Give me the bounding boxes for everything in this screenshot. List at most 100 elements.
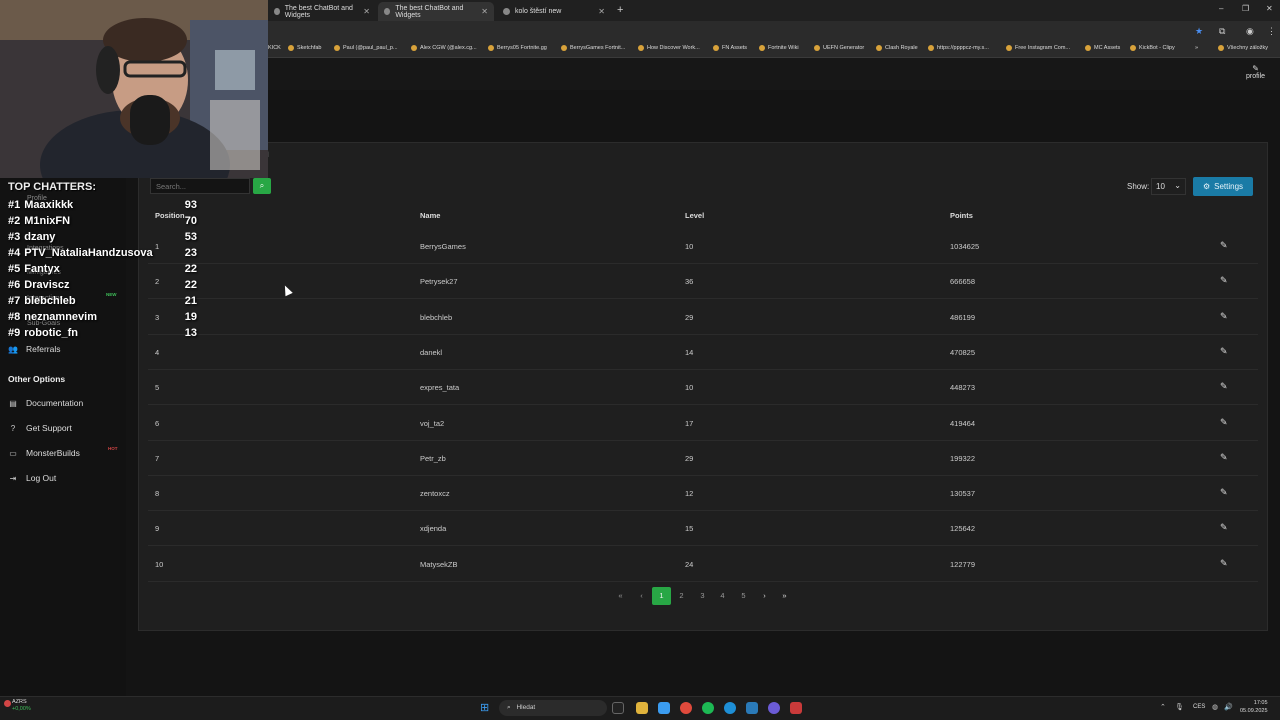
bookmark-item[interactable]: Free Instagram Com... bbox=[1006, 45, 1070, 51]
cell-level: 24 bbox=[685, 559, 694, 569]
bookmark-item[interactable]: Alex CGW (@alex.cg... bbox=[411, 45, 477, 51]
edit-icon[interactable]: ✎ bbox=[1220, 311, 1228, 322]
bookmark-star-icon[interactable]: ★ bbox=[1195, 26, 1203, 37]
browser-tab-3[interactable]: kolo štěstí new ✕ bbox=[497, 2, 611, 21]
bookmark-item[interactable]: Clash Royale bbox=[876, 45, 918, 51]
column-header-level[interactable]: Level bbox=[685, 211, 704, 220]
cell-level: 15 bbox=[685, 524, 694, 534]
tab-label: kolo štěstí new bbox=[515, 8, 562, 15]
pagination-page-3[interactable]: 3 bbox=[693, 587, 712, 605]
close-tab-icon[interactable]: ✕ bbox=[363, 7, 370, 16]
file-explorer-icon[interactable] bbox=[636, 702, 648, 714]
bookmark-item[interactable]: How Discover Work... bbox=[638, 45, 700, 51]
discord-icon[interactable] bbox=[768, 702, 780, 714]
bookmark-item[interactable]: MC Assets bbox=[1085, 45, 1120, 51]
other-options-heading: Other Options bbox=[8, 374, 66, 384]
close-tab-icon[interactable]: ✕ bbox=[481, 7, 488, 16]
bookmark-item[interactable]: Berrys05 Fortnite.gg bbox=[488, 45, 547, 51]
microphone-icon[interactable]: 🎙 bbox=[1175, 703, 1184, 711]
pagination-last-button[interactable]: » bbox=[775, 587, 794, 605]
volume-icon[interactable]: 🔊 bbox=[1224, 703, 1233, 711]
column-header-points[interactable]: Points bbox=[950, 211, 973, 220]
edit-icon[interactable]: ✎ bbox=[1220, 275, 1228, 286]
bookmark-item[interactable]: https://ppppcz-my.s... bbox=[928, 45, 989, 51]
extensions-icon[interactable]: ⧉ bbox=[1219, 26, 1225, 37]
search-button[interactable]: ⌕ bbox=[253, 178, 271, 194]
edit-icon[interactable]: ✎ bbox=[1220, 346, 1228, 357]
gear-icon: ⚙ bbox=[1202, 182, 1211, 191]
pagination-page-1[interactable]: 1 bbox=[652, 587, 671, 605]
column-header-name[interactable]: Name bbox=[420, 211, 440, 220]
minimize-button[interactable]: – bbox=[1219, 4, 1223, 13]
settings-button[interactable]: ⚙ Settings bbox=[1193, 177, 1253, 196]
sidebar-item-log-out[interactable]: ⇥ Log Out bbox=[8, 473, 57, 483]
taskbar-clock[interactable]: 17:05 05.09.2025 bbox=[1240, 699, 1268, 715]
sidebar-item-get-support[interactable]: ? Get Support bbox=[8, 423, 72, 433]
cell-points: 486199 bbox=[950, 312, 976, 322]
all-bookmarks-button[interactable]: Všechny záložky bbox=[1218, 45, 1268, 51]
language-indicator[interactable]: CES bbox=[1193, 704, 1205, 710]
stocks-icon bbox=[4, 700, 11, 707]
pagination-prev-button[interactable]: ‹ bbox=[632, 587, 651, 605]
edit-icon[interactable]: ✎ bbox=[1220, 522, 1228, 533]
edit-icon[interactable]: ✎ bbox=[1220, 240, 1228, 251]
cell-points: 199322 bbox=[950, 453, 976, 463]
taskbar-search-input[interactable]: ⌕ Hledat bbox=[499, 700, 607, 716]
network-icon[interactable]: ◍ bbox=[1212, 703, 1218, 711]
pagination-page-2[interactable]: 2 bbox=[672, 587, 691, 605]
bookmarks-overflow-button[interactable]: » bbox=[1195, 45, 1198, 51]
bookmark-item[interactable]: Fortnite Wiki bbox=[759, 45, 799, 51]
bookmark-item[interactable]: BerrysGames Fortnit... bbox=[561, 45, 625, 51]
chrome-icon[interactable] bbox=[680, 702, 692, 714]
sidebar-item-referrals[interactable]: 👥 Referrals bbox=[8, 344, 60, 354]
task-view-icon[interactable] bbox=[612, 702, 624, 714]
search-input[interactable]: Search... bbox=[150, 178, 250, 194]
pagination-page-4[interactable]: 4 bbox=[713, 587, 732, 605]
edit-icon[interactable]: ✎ bbox=[1220, 487, 1228, 498]
sidebar-item-monsterbuilds[interactable]: ▭ MonsterBuilds bbox=[8, 448, 80, 458]
chatter-rank: #2 bbox=[8, 215, 21, 227]
edit-icon[interactable]: ✎ bbox=[1220, 452, 1228, 463]
tray-chevron-icon[interactable]: ⌃ bbox=[1160, 703, 1166, 711]
cell-name: Petrysek27 bbox=[420, 277, 458, 287]
chatter-count: 93 bbox=[184, 199, 197, 211]
close-tab-icon[interactable]: ✕ bbox=[598, 7, 605, 16]
close-window-button[interactable]: ✕ bbox=[1266, 4, 1273, 13]
page-size-select[interactable]: 10 ⌄ bbox=[1151, 178, 1186, 195]
bookmark-item[interactable]: UEFN Generator bbox=[814, 45, 864, 51]
table-row: 1 BerrysGames 10 1034625 ✎ bbox=[148, 229, 1258, 264]
browser-menu-icon[interactable]: ⋮ bbox=[1267, 26, 1276, 37]
pagination-next-button[interactable]: › bbox=[755, 587, 774, 605]
app-icon[interactable] bbox=[658, 702, 670, 714]
pagination-first-button[interactable]: « bbox=[611, 587, 630, 605]
windows-start-icon[interactable]: ⊞ bbox=[480, 701, 489, 714]
browser-tab-1[interactable]: The best ChatBot and Widgets ✕ bbox=[268, 2, 376, 21]
chatter-entry: #6 Draviscz bbox=[8, 279, 70, 291]
chatter-entry: #4 PTV_NataliaHandzusova bbox=[8, 247, 153, 259]
spotify-icon[interactable] bbox=[702, 702, 714, 714]
profile-link[interactable]: ✎ profile bbox=[1246, 64, 1265, 80]
app-icon[interactable] bbox=[746, 702, 758, 714]
edit-icon[interactable]: ✎ bbox=[1220, 381, 1228, 392]
maximize-button[interactable]: ❐ bbox=[1242, 4, 1249, 13]
app-icon[interactable] bbox=[790, 702, 802, 714]
new-tab-button[interactable]: + bbox=[617, 4, 623, 16]
taskbar-widget[interactable]: AZRS +0,00% bbox=[12, 699, 31, 713]
chatter-count: 53 bbox=[184, 231, 197, 243]
bookmark-item[interactable]: KickBot - Clipy bbox=[1130, 45, 1175, 51]
edit-icon[interactable]: ✎ bbox=[1220, 558, 1228, 569]
browser-tab-2[interactable]: The best ChatBot and Widgets ✕ bbox=[378, 2, 494, 21]
cell-points: 666658 bbox=[950, 277, 976, 287]
bookmark-item[interactable]: FN Assets bbox=[713, 45, 747, 51]
bookmark-item[interactable]: Paul (@paul_paul_p... bbox=[334, 45, 398, 51]
edit-icon[interactable]: ✎ bbox=[1220, 417, 1228, 428]
pagination-page-5[interactable]: 5 bbox=[734, 587, 753, 605]
top-chatters-title: TOP CHATTERS: bbox=[8, 181, 97, 193]
bookmark-item[interactable]: KICK bbox=[268, 45, 281, 51]
profile-avatar-icon[interactable]: ◉ bbox=[1246, 26, 1254, 37]
bookmark-item[interactable]: Sketchfab bbox=[288, 45, 321, 51]
sidebar-item-documentation[interactable]: ▤ Documentation bbox=[8, 398, 83, 408]
chatter-name: blebchleb bbox=[24, 295, 76, 307]
chatter-count: 21 bbox=[184, 295, 197, 307]
edge-icon[interactable] bbox=[724, 702, 736, 714]
